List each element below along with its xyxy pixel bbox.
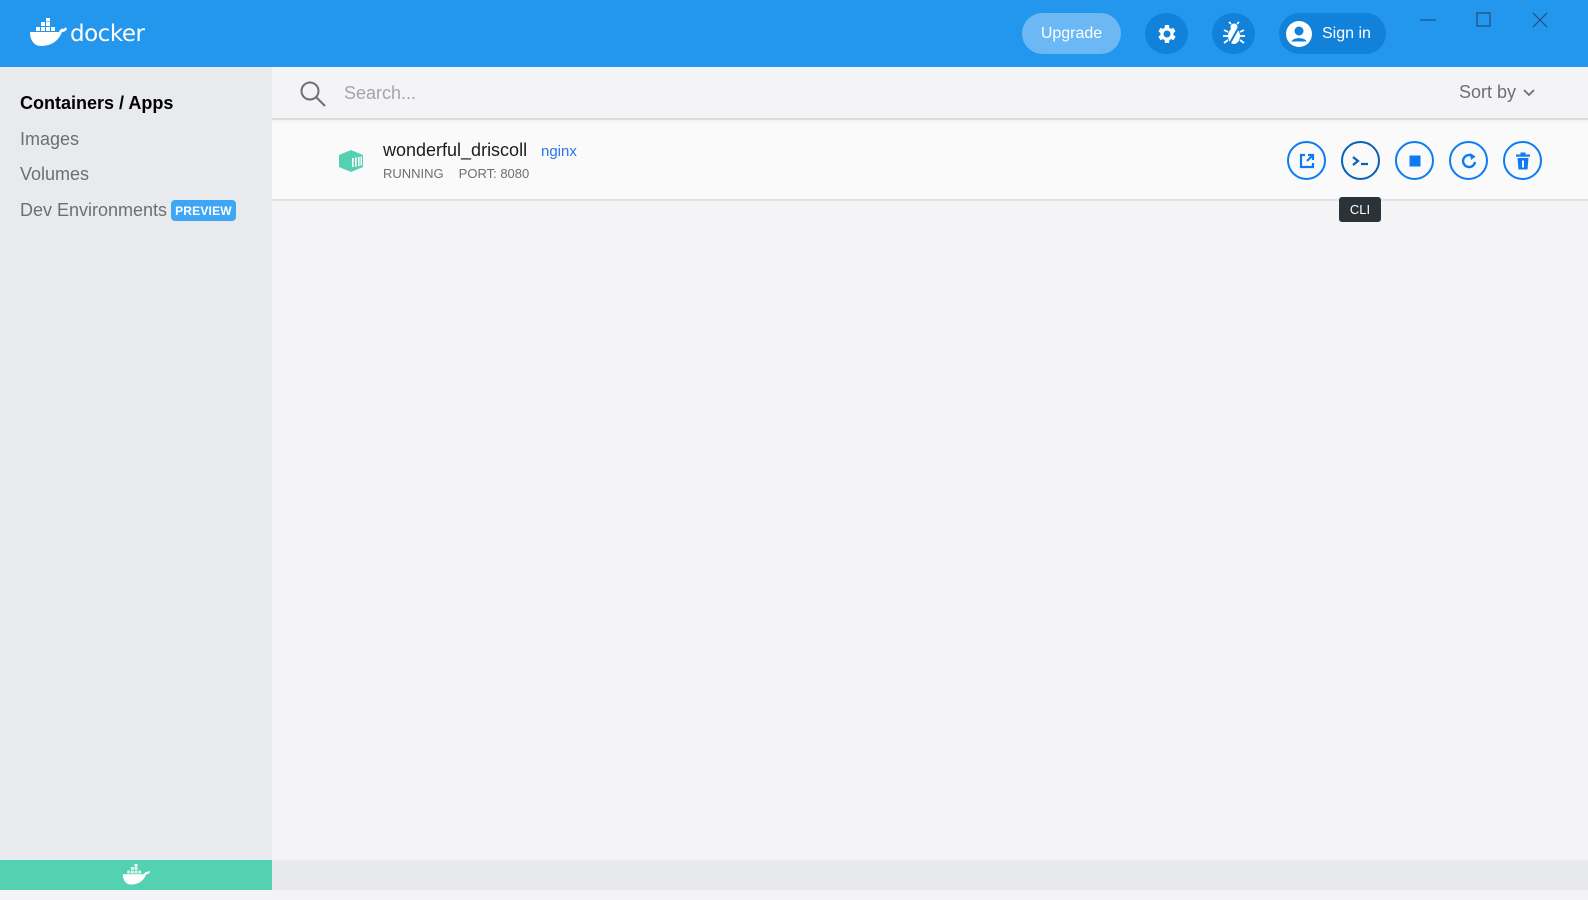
gear-icon xyxy=(1157,24,1176,43)
settings-button[interactable] xyxy=(1145,13,1188,54)
sidebar-item-containers[interactable]: Containers / Apps xyxy=(20,93,173,114)
container-status: RUNNING xyxy=(383,166,444,181)
sidebar-item-label: Dev Environments xyxy=(20,200,168,220)
docker-whale-status-icon xyxy=(122,864,150,885)
search-bar: Sort by xyxy=(272,67,1588,120)
sidebar-item-label: Volumes xyxy=(20,164,90,184)
search-input[interactable] xyxy=(344,79,944,107)
restart-icon xyxy=(1461,152,1476,168)
container-icon xyxy=(339,150,363,172)
bug-icon xyxy=(1222,20,1245,44)
bottom-strip xyxy=(0,890,1588,900)
cli-button[interactable] xyxy=(1341,141,1380,180)
terminal-icon xyxy=(1351,155,1368,166)
minimize-icon xyxy=(1420,19,1436,21)
delete-button[interactable] xyxy=(1503,141,1542,180)
title-bar: docker Upgrade Sign in xyxy=(0,0,1588,67)
user-avatar-icon xyxy=(1286,20,1312,47)
minimize-button[interactable] xyxy=(1416,8,1440,32)
container-row[interactable]: wonderful_driscoll nginx RUNNING PORT: 8… xyxy=(272,122,1588,201)
main-content: Sort by wonderful_driscoll nginx RUNNING… xyxy=(272,67,1588,860)
troubleshoot-button[interactable] xyxy=(1212,13,1255,54)
status-bar-filler xyxy=(272,860,1588,890)
maximize-button[interactable] xyxy=(1472,8,1496,32)
sidebar-item-images[interactable]: Images xyxy=(20,129,79,150)
docker-whale-icon xyxy=(30,18,67,46)
restart-button[interactable] xyxy=(1449,141,1488,180)
container-name: wonderful_driscoll xyxy=(383,140,528,160)
upgrade-button[interactable]: Upgrade xyxy=(1022,13,1121,54)
stop-button[interactable] xyxy=(1395,141,1434,180)
search-icon xyxy=(300,81,326,107)
container-image-link[interactable]: nginx xyxy=(541,143,577,160)
stop-icon xyxy=(1409,155,1420,166)
preview-badge: PREVIEW xyxy=(171,200,236,221)
logo-text: docker xyxy=(70,21,145,47)
cli-tooltip: CLI xyxy=(1339,197,1381,222)
chevron-down-icon xyxy=(1523,88,1535,96)
sidebar-item-volumes[interactable]: Volumes xyxy=(20,164,89,185)
close-button[interactable] xyxy=(1528,8,1552,32)
sign-in-label: Sign in xyxy=(1322,24,1371,42)
engine-status-bar[interactable] xyxy=(0,860,272,890)
sidebar-item-label: Containers / Apps xyxy=(20,93,174,113)
sidebar-item-dev-environments[interactable]: Dev Environments PREVIEW xyxy=(20,200,236,221)
container-port: PORT: 8080 xyxy=(458,166,530,181)
docker-logo: docker xyxy=(28,16,145,50)
sort-by-dropdown[interactable]: Sort by xyxy=(1459,82,1536,103)
sign-in-button[interactable]: Sign in xyxy=(1279,13,1386,54)
sidebar-item-label: Images xyxy=(20,129,80,149)
maximize-icon xyxy=(1476,12,1491,27)
sidebar: Containers / Apps Images Volumes Dev Env… xyxy=(0,67,272,860)
trash-icon xyxy=(1515,152,1530,169)
open-in-browser-button[interactable] xyxy=(1287,141,1326,180)
container-meta: RUNNING PORT: 8080 xyxy=(383,166,529,181)
close-icon xyxy=(1532,12,1548,28)
sort-by-label: Sort by xyxy=(1458,82,1516,102)
external-link-icon xyxy=(1299,153,1314,168)
